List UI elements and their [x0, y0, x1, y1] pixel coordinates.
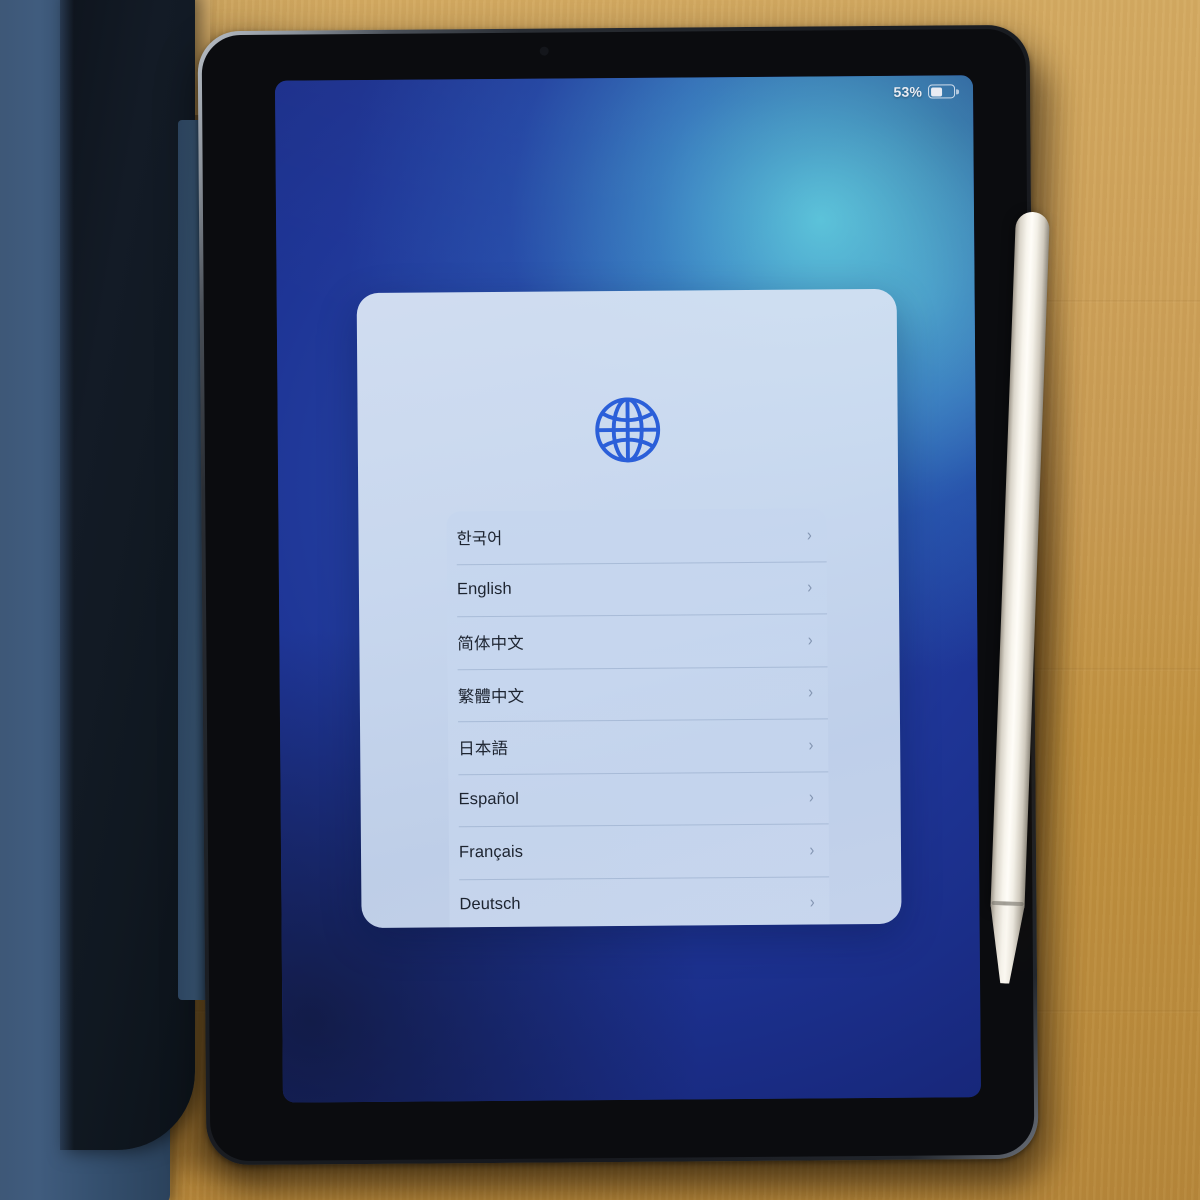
language-label: English [456, 580, 512, 599]
battery-percent-label: 53% [893, 83, 923, 100]
chevron-right-icon: › [807, 577, 813, 597]
tablet-bezel: 53% 한국어 › English › 简体中文 › 繁體中文 › 日本語 › … [201, 28, 1035, 1162]
chevron-right-icon: › [809, 787, 815, 807]
chevron-right-icon: › [808, 735, 814, 755]
language-label: Español [458, 790, 519, 809]
tablet-screen[interactable]: 53% 한국어 › English › 简体中文 › 繁體中文 › 日本語 › … [274, 75, 981, 1103]
language-label: Français [458, 842, 524, 862]
battery-half-icon [928, 84, 956, 99]
language-row-5[interactable]: Español › [448, 771, 828, 826]
globe-icon [357, 389, 898, 471]
language-label: 日本語 [458, 740, 509, 759]
language-list[interactable]: 한국어 › English › 简体中文 › 繁體中文 › 日本語 › Espa… [446, 508, 830, 928]
photo-scene: 53% 한국어 › English › 简体中文 › 繁體中文 › 日本語 › … [0, 0, 1200, 1200]
battery-fill [930, 86, 942, 97]
language-row-1[interactable]: English › [447, 561, 827, 616]
chevron-right-icon: › [807, 525, 813, 545]
chevron-right-icon: › [810, 892, 816, 912]
language-label: 繁體中文 [457, 687, 525, 707]
language-row-4[interactable]: 日本語 › [448, 718, 828, 773]
language-row-7[interactable]: Deutsch › [449, 876, 829, 927]
tablet-device[interactable]: 53% 한국어 › English › 简体中文 › 繁體中文 › 日本語 › … [197, 24, 1039, 1166]
chevron-right-icon: › [808, 682, 814, 702]
status-bar: 53% [893, 83, 956, 100]
language-selection-dialog: 한국어 › English › 简体中文 › 繁體中文 › 日本語 › Espa… [356, 288, 902, 929]
language-row-3[interactable]: 繁體中文 › [448, 666, 828, 721]
language-row-0[interactable]: 한국어 › [446, 508, 826, 563]
folio-cover-panel[interactable] [60, 0, 195, 1150]
language-label: 简体中文 [457, 634, 524, 654]
language-label: Deutsch [459, 895, 521, 914]
chevron-right-icon: › [809, 840, 815, 860]
language-row-6[interactable]: Français › [449, 823, 829, 878]
language-row-2[interactable]: 简体中文 › [447, 613, 827, 668]
language-label: 한국어 [456, 530, 503, 549]
chevron-right-icon: › [808, 630, 814, 650]
front-camera-icon [539, 46, 549, 56]
